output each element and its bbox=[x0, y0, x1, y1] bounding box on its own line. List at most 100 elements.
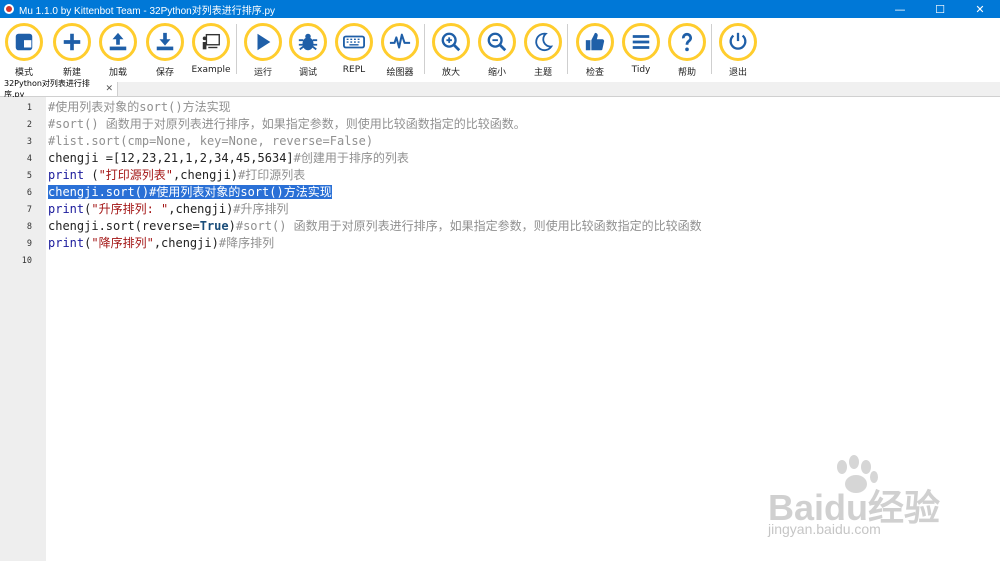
save-label: 保存 bbox=[155, 68, 174, 78]
code-line[interactable]: chengji.sort()#使用列表对象的sort()方法实现 bbox=[48, 184, 332, 201]
check-label: 检查 bbox=[585, 68, 604, 78]
repl-button[interactable]: REPL bbox=[332, 23, 376, 81]
new-button[interactable]: 新建 bbox=[50, 23, 94, 81]
code-text: ,chengji) bbox=[153, 236, 219, 250]
toolbar-separator bbox=[236, 24, 237, 74]
code-string: "打印源列表" bbox=[98, 168, 174, 182]
load-button[interactable]: 加载 bbox=[96, 23, 140, 81]
tidy-button[interactable]: Tidy bbox=[619, 23, 663, 81]
line-number: 6 bbox=[26, 188, 32, 198]
code-text: chengji.sort(reverse= bbox=[48, 219, 200, 233]
line-number: 2 bbox=[26, 120, 32, 130]
close-icon[interactable]: ✕ bbox=[960, 0, 1000, 18]
tidy-label: Tidy bbox=[631, 65, 651, 75]
code-comment: #list.sort(cmp=None, key=None, reverse=F… bbox=[48, 134, 374, 148]
run-button[interactable]: 运行 bbox=[241, 23, 285, 81]
toolbar-separator bbox=[567, 24, 568, 74]
toolbar-separator bbox=[711, 24, 712, 74]
code-string: "降序排列" bbox=[91, 236, 154, 250]
theme-button[interactable]: 主题 bbox=[521, 23, 565, 81]
line-number: 4 bbox=[26, 154, 32, 164]
code-text: chengji =[12,23,21,1,2,34,45,5634] bbox=[48, 151, 294, 165]
upload-icon bbox=[99, 23, 137, 61]
code-line[interactable]: chengji =[12,23,21,1,2,34,45,5634]#创建用于排… bbox=[48, 150, 409, 167]
toolbar: 模式 新建 加载 保存 Example 运行 调试 REPL 绘图器 放大 缩小 主题 检查 Tidy 帮助… bbox=[0, 18, 1000, 83]
mu-app-icon bbox=[4, 4, 14, 14]
quit-label: 退出 bbox=[728, 68, 747, 78]
code-string: "升序排列: " bbox=[91, 202, 169, 216]
watermark-url: jingyan.baidu.com bbox=[768, 521, 881, 537]
help-button[interactable]: 帮助 bbox=[665, 23, 709, 81]
plotter-button[interactable]: 绘图器 bbox=[378, 23, 422, 81]
line-number: 3 bbox=[26, 137, 32, 147]
line-number: 10 bbox=[21, 256, 32, 266]
tab-close-icon[interactable]: ✕ bbox=[105, 84, 113, 94]
baidu-watermark: Baidu经验 jingyan.baidu.com bbox=[768, 455, 998, 545]
mode-label: 模式 bbox=[14, 68, 33, 78]
code-line[interactable]: #list.sort(cmp=None, key=None, reverse=F… bbox=[48, 133, 373, 150]
code-line[interactable]: print ("打印源列表",chengji)#打印源列表 bbox=[48, 167, 305, 184]
load-label: 加载 bbox=[108, 68, 127, 78]
code-keyword: print bbox=[48, 236, 85, 250]
zoom-in-button[interactable]: 放大 bbox=[429, 23, 473, 81]
check-button[interactable]: 检查 bbox=[573, 23, 617, 81]
debug-button[interactable]: 调试 bbox=[286, 23, 330, 81]
debug-label: 调试 bbox=[298, 68, 317, 78]
code-comment: #使用列表对象的sort()方法实现 bbox=[48, 100, 231, 114]
code-line[interactable]: print("升序排列: ",chengji)#升序排列 bbox=[48, 201, 289, 218]
presentation-icon bbox=[192, 23, 230, 61]
tab-bar: 32Python对列表进行排序.py ✕ bbox=[0, 79, 1000, 99]
line-number: 5 bbox=[26, 171, 32, 181]
code-keyword: print bbox=[48, 202, 85, 216]
code-keyword: True bbox=[199, 219, 229, 233]
example-button[interactable]: Example bbox=[189, 23, 233, 81]
code-text: ,chengji) bbox=[168, 202, 234, 216]
keyboard-icon bbox=[335, 23, 373, 61]
code-comment: #打印源列表 bbox=[238, 168, 306, 182]
download-icon bbox=[146, 23, 184, 61]
line-number: 9 bbox=[26, 239, 32, 249]
new-label: 新建 bbox=[62, 68, 81, 78]
repl-label: REPL bbox=[342, 65, 366, 75]
mode-icon bbox=[5, 23, 43, 61]
code-keyword: print bbox=[48, 168, 85, 182]
maximize-icon[interactable]: ☐ bbox=[920, 0, 960, 18]
code-comment: #升序排列 bbox=[233, 202, 289, 216]
code-line[interactable]: #使用列表对象的sort()方法实现 bbox=[48, 99, 231, 116]
zoom-out-button[interactable]: 缩小 bbox=[475, 23, 519, 81]
run-label: 运行 bbox=[253, 68, 272, 78]
plotter-label: 绘图器 bbox=[386, 68, 414, 78]
line-number: 7 bbox=[26, 205, 32, 215]
code-line[interactable]: chengji.sort(reverse=True)#sort() 函数用于对原… bbox=[48, 218, 702, 235]
theme-label: 主题 bbox=[533, 68, 552, 78]
play-icon bbox=[244, 23, 282, 61]
moon-icon bbox=[524, 23, 562, 61]
code-comment: #sort() 函数用于对原列表进行排序，如果指定参数，则使用比较函数指定的比较… bbox=[48, 117, 526, 131]
zoom-out-icon bbox=[478, 23, 516, 61]
zoom-out-label: 缩小 bbox=[487, 68, 506, 78]
line-number-gutter: 1 2 3 4 5 6 7 8 9 10 bbox=[0, 97, 46, 561]
minimize-icon[interactable]: — bbox=[880, 0, 920, 18]
tab-file[interactable]: 32Python对列表进行排序.py ✕ bbox=[0, 79, 118, 99]
zoom-in-label: 放大 bbox=[441, 68, 460, 78]
title-bar: Mu 1.1.0 by Kittenbot Team - 32Python对列表… bbox=[0, 0, 1000, 18]
code-comment: #降序排列 bbox=[218, 236, 275, 250]
zoom-in-icon bbox=[432, 23, 470, 61]
code-line[interactable]: print("降序排列",chengji)#降序排列 bbox=[48, 235, 274, 252]
code-text: ( bbox=[84, 168, 99, 182]
mode-button[interactable]: 模式 bbox=[2, 23, 46, 81]
selected-code: chengji.sort()#使用列表对象的sort()方法实现 bbox=[48, 185, 332, 199]
line-number: 1 bbox=[26, 103, 32, 113]
code-text: ,chengji) bbox=[173, 168, 239, 182]
save-button[interactable]: 保存 bbox=[143, 23, 187, 81]
code-comment: #创建用于排序的列表 bbox=[293, 151, 409, 165]
question-icon bbox=[668, 23, 706, 61]
plus-icon bbox=[53, 23, 91, 61]
code-line[interactable]: #sort() 函数用于对原列表进行排序，如果指定参数，则使用比较函数指定的比较… bbox=[48, 116, 526, 133]
lines-icon bbox=[622, 23, 660, 61]
quit-button[interactable]: 退出 bbox=[716, 23, 760, 81]
power-icon bbox=[719, 23, 757, 61]
pulse-icon bbox=[381, 23, 419, 61]
window-title: Mu 1.1.0 by Kittenbot Team - 32Python对列表… bbox=[19, 5, 276, 17]
example-label: Example bbox=[191, 65, 231, 75]
